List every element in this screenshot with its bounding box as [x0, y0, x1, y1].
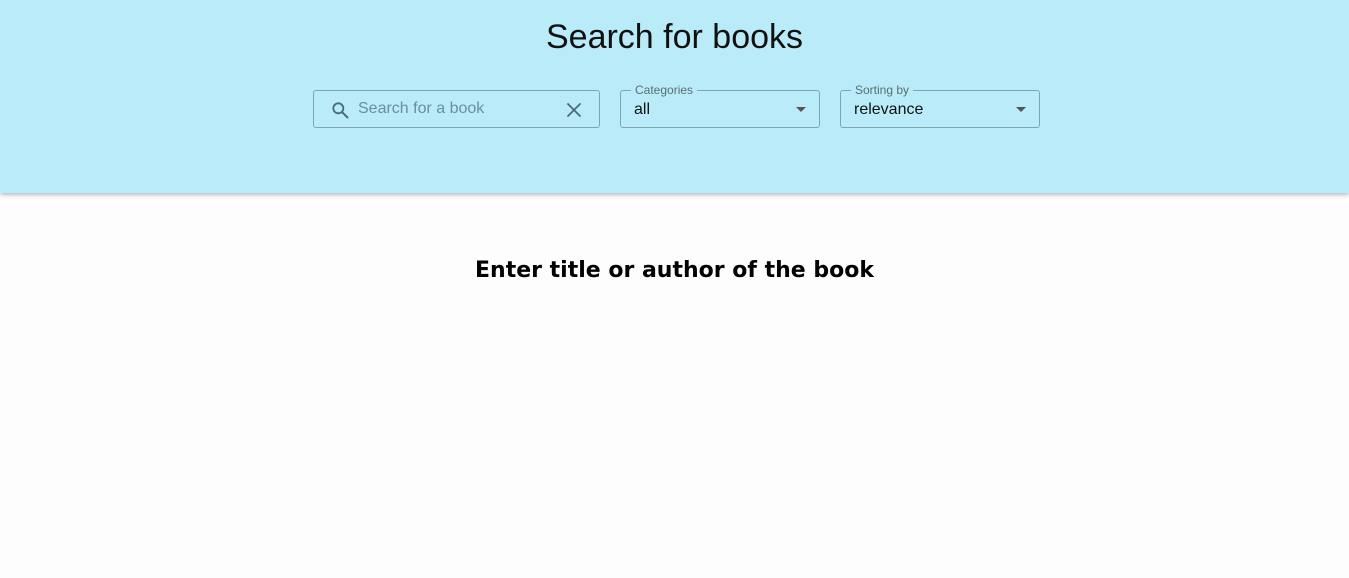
chevron-down-icon: [1016, 107, 1026, 112]
sorting-value: relevance: [854, 101, 924, 118]
sorting-select[interactable]: Sorting by relevance: [840, 83, 1040, 128]
chevron-down-icon: [796, 107, 806, 112]
categories-value: all: [634, 101, 651, 118]
search-field[interactable]: [313, 90, 600, 128]
categories-select[interactable]: Categories all: [620, 83, 820, 128]
search-icon: [332, 102, 349, 119]
categories-label: Categories: [631, 83, 698, 97]
search-input[interactable]: [358, 97, 548, 121]
app-header: Search for books Categories all Sorting …: [0, 0, 1349, 193]
empty-state-message: Enter title or author of the book: [475, 258, 874, 283]
close-icon[interactable]: [565, 101, 583, 119]
sorting-label: Sorting by: [851, 83, 914, 97]
page-title: Search for books: [545, 18, 804, 56]
